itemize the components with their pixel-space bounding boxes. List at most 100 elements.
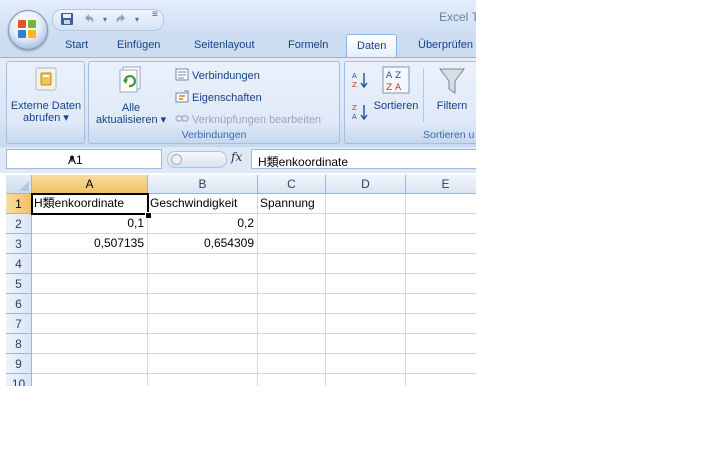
office-button[interactable]	[8, 10, 48, 50]
undo-dropdown-icon[interactable]: ▾	[97, 12, 113, 28]
sort-button[interactable]: A Z Z A Sortieren	[371, 66, 421, 112]
column-header-a[interactable]: A	[32, 175, 148, 194]
tab-daten[interactable]: Daten	[346, 34, 398, 58]
cell-a1[interactable]: H類enkoordinate	[31, 193, 149, 215]
grid-cell[interactable]	[148, 274, 258, 294]
grid-cell[interactable]	[406, 194, 476, 214]
grid-cell[interactable]	[326, 354, 406, 374]
column-header-e[interactable]: E	[406, 175, 476, 194]
spreadsheet-grid[interactable]: A B C D E 1 2 3 4 5 6 7 8 9 10 H類enkoord…	[6, 175, 476, 386]
filter-button[interactable]: Filtern	[429, 66, 475, 112]
grid-cell[interactable]	[258, 294, 326, 314]
grid-cell[interactable]	[406, 294, 476, 314]
grid-cell[interactable]	[326, 334, 406, 354]
grid-cell[interactable]	[32, 354, 148, 374]
tab-ueberpruefen[interactable]: Überprüfen	[418, 39, 473, 51]
quick-access-toolbar: ▾ ▾	[52, 9, 164, 31]
grid-cell[interactable]	[32, 254, 148, 274]
grid-cell[interactable]	[406, 234, 476, 254]
grid-cell[interactable]	[32, 314, 148, 334]
row-header-3[interactable]: 3	[6, 234, 32, 254]
row-header-1[interactable]: 1	[6, 194, 32, 214]
expand-icon[interactable]	[171, 154, 182, 165]
grid-cell[interactable]	[258, 334, 326, 354]
cell-a2[interactable]: 0,1	[32, 214, 148, 234]
sort-ascending-button[interactable]: AZ	[351, 70, 371, 89]
grid-cell[interactable]	[258, 314, 326, 334]
formula-input[interactable]: H類enkoordinate	[251, 149, 476, 169]
grid-cell[interactable]	[148, 374, 258, 386]
undo-icon[interactable]	[81, 12, 97, 28]
redo-icon[interactable]	[113, 12, 129, 28]
redo-dropdown-icon[interactable]: ▾	[129, 12, 145, 28]
grid-cell[interactable]	[326, 254, 406, 274]
grid-cell[interactable]	[326, 194, 406, 214]
cell-b1[interactable]: Geschwindigkeit	[148, 194, 258, 214]
grid-cell[interactable]	[406, 314, 476, 334]
grid-cell[interactable]	[326, 374, 406, 386]
cell-a3[interactable]: 0,507135	[32, 234, 148, 254]
row-header-9[interactable]: 9	[6, 354, 32, 374]
tab-einfuegen[interactable]: Einfügen	[117, 39, 160, 51]
cell-c1[interactable]: Spannung	[258, 194, 326, 214]
grid-cell[interactable]	[406, 374, 476, 386]
grid-cell[interactable]	[32, 294, 148, 314]
column-header-d[interactable]: D	[326, 175, 406, 194]
grid-cell[interactable]	[406, 274, 476, 294]
row-header-5[interactable]: 5	[6, 274, 32, 294]
formula-pill	[167, 151, 227, 168]
grid-cell[interactable]	[326, 314, 406, 334]
grid-cell[interactable]	[406, 254, 476, 274]
connections-button[interactable]: Verbindungen	[175, 68, 260, 84]
sort-descending-button[interactable]: ZA	[351, 102, 371, 121]
grid-cell[interactable]	[326, 274, 406, 294]
grid-cell[interactable]	[148, 314, 258, 334]
properties-button[interactable]: Eigenschaften	[175, 90, 262, 106]
edit-links-button[interactable]: Verknüpfungen bearbeiten	[175, 112, 321, 128]
column-header-b[interactable]: B	[148, 175, 258, 194]
select-all-corner[interactable]	[6, 175, 32, 194]
row-header-8[interactable]: 8	[6, 334, 32, 354]
name-box[interactable]: A1 ▼	[6, 149, 162, 169]
grid-cell[interactable]	[148, 334, 258, 354]
grid-cell[interactable]	[258, 214, 326, 234]
grid-cell[interactable]	[326, 234, 406, 254]
cell-b2[interactable]: 0,2	[148, 214, 258, 234]
grid-cell[interactable]	[148, 294, 258, 314]
grid-cell[interactable]	[406, 334, 476, 354]
row-header-6[interactable]: 6	[6, 294, 32, 314]
grid-cell[interactable]	[148, 254, 258, 274]
name-box-dropdown-icon[interactable]: ▼	[68, 154, 158, 163]
grid-cell[interactable]	[258, 234, 326, 254]
cell-b3[interactable]: 0,654309	[148, 234, 258, 254]
grid-cell[interactable]	[406, 214, 476, 234]
grid-cell[interactable]	[326, 214, 406, 234]
grid-cell[interactable]	[406, 354, 476, 374]
grid-cell[interactable]	[258, 274, 326, 294]
tab-formeln[interactable]: Formeln	[288, 39, 328, 51]
column-header-c[interactable]: C	[258, 175, 326, 194]
fill-handle[interactable]	[145, 212, 152, 219]
row-header-10[interactable]: 10	[6, 374, 32, 386]
row-header-7[interactable]: 7	[6, 314, 32, 334]
get-external-data-button[interactable]: Externe Daten abrufen ▾	[9, 66, 83, 124]
grid-cell[interactable]	[258, 374, 326, 386]
grid-cell[interactable]	[258, 354, 326, 374]
customize-qat-icon[interactable]: ≡	[152, 9, 158, 20]
office-logo-icon	[18, 20, 38, 40]
properties-label: Eigenschaften	[192, 92, 262, 104]
grid-cell[interactable]	[258, 254, 326, 274]
refresh-all-button[interactable]: Alle aktualisieren ▾	[91, 66, 171, 126]
grid-cell[interactable]	[32, 374, 148, 386]
tab-seitenlayout[interactable]: Seitenlayout	[194, 39, 255, 51]
grid-cell[interactable]	[326, 294, 406, 314]
row-header-2[interactable]: 2	[6, 214, 32, 234]
tab-start[interactable]: Start	[65, 39, 88, 51]
insert-function-icon[interactable]: fx	[231, 150, 242, 164]
row-header-4[interactable]: 4	[6, 254, 32, 274]
grid-cell[interactable]	[148, 354, 258, 374]
grid-cell[interactable]	[32, 334, 148, 354]
save-icon[interactable]	[59, 12, 75, 28]
sort-az-icon: AZ	[352, 72, 368, 89]
grid-cell[interactable]	[32, 274, 148, 294]
